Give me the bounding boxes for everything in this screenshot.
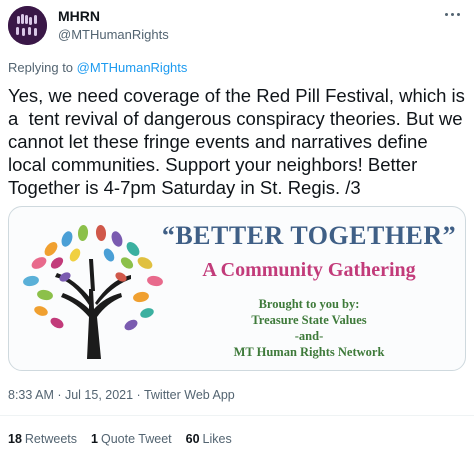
- banner-line: Brought to you by:: [258, 297, 360, 311]
- likes-label: Likes: [202, 432, 232, 446]
- likes-stat[interactable]: 60 Likes: [186, 432, 232, 446]
- avatar-hands-icon: [8, 6, 47, 45]
- divider: [0, 415, 474, 416]
- retweets-label: Retweets: [24, 432, 78, 446]
- tweet-timestamp[interactable]: 8:33 AM · Jul 15, 2021 · Twitter Web App: [8, 388, 235, 402]
- quote-tweets-count: 1: [91, 432, 98, 446]
- author-handle[interactable]: @MTHumanRights: [58, 27, 169, 42]
- avatar[interactable]: [8, 6, 47, 45]
- hands-tree-icon: [23, 225, 163, 359]
- replying-to: Replying to @MTHumanRights: [8, 60, 187, 75]
- more-icon[interactable]: [440, 4, 464, 24]
- author-name[interactable]: MHRN: [58, 8, 100, 24]
- banner-line: -and-: [294, 329, 324, 343]
- quote-tweets-label: Quote Tweet: [100, 432, 172, 446]
- quote-tweets-stat[interactable]: 1 Quote Tweet: [91, 432, 172, 446]
- retweets-stat[interactable]: 18 Retweets: [8, 432, 77, 446]
- tweet: MHRN @MTHumanRights Replying to @MTHuman…: [0, 0, 474, 454]
- tweet-stats: 18 Retweets 1 Quote Tweet 60 Likes: [8, 432, 232, 446]
- likes-count: 60: [185, 432, 200, 446]
- retweets-count: 18: [8, 432, 22, 446]
- replying-to-handle[interactable]: @MTHumanRights: [77, 60, 188, 75]
- banner-line: MT Human Rights Network: [233, 345, 385, 359]
- tweet-image[interactable]: “BETTER TOGETHER” A Community Gathering …: [8, 206, 466, 371]
- tweet-text: Yes, we need coverage of the Red Pill Fe…: [8, 85, 465, 198]
- banner-subtitle: A Community Gathering: [202, 259, 416, 281]
- banner-title: “BETTER TOGETHER”: [161, 221, 457, 250]
- replying-to-prefix: Replying to: [8, 60, 74, 75]
- banner-line: Treasure State Values: [251, 313, 367, 327]
